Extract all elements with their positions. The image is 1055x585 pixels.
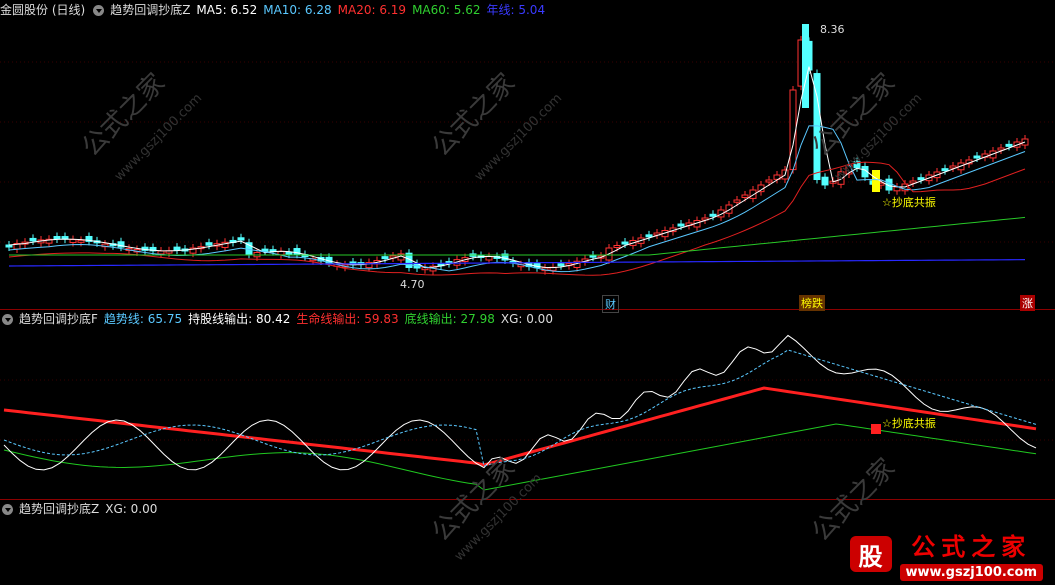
candle-body — [709, 213, 717, 217]
candle-body — [485, 256, 493, 261]
candle-body — [69, 239, 77, 244]
candle-body — [941, 168, 949, 172]
candle-body — [77, 239, 85, 243]
signal-label-mid: ☆抄底共振 — [882, 417, 936, 430]
signal-label-top: ☆抄底共振 — [882, 196, 936, 209]
candle-body — [741, 194, 749, 198]
candle-body-peak — [802, 24, 809, 108]
logo-url: www.gszj100.com — [899, 564, 1043, 581]
candle-body — [1005, 143, 1013, 147]
candle-body — [733, 199, 741, 203]
candle-body — [821, 176, 829, 186]
hold-line — [3, 334, 1037, 471]
candle-body — [917, 177, 925, 181]
candle-body — [173, 246, 181, 251]
candle-body-signal — [872, 170, 880, 192]
candle-body — [237, 237, 245, 241]
candle-body — [53, 236, 61, 240]
candle-body — [645, 234, 653, 238]
candle-body — [765, 179, 773, 183]
logo-text-group: 公式之家 www.gszj100.com — [899, 527, 1043, 581]
candle-body — [973, 155, 981, 159]
candle-body — [381, 256, 389, 260]
candle-body — [285, 251, 293, 255]
logo-seal: 股 — [849, 536, 892, 572]
candle-body — [205, 242, 213, 246]
event-marker-ranking[interactable]: 榜跌 — [799, 295, 825, 311]
candle-body — [29, 237, 37, 242]
logo-title: 公式之家 — [911, 533, 1032, 561]
event-marker-finance[interactable]: 财 — [602, 295, 619, 313]
candle-body — [677, 223, 685, 227]
candle-body — [157, 250, 165, 255]
event-marker-rise[interactable]: 涨 — [1020, 295, 1035, 311]
candle-body — [621, 241, 629, 245]
year-line — [8, 259, 1026, 267]
candle-body — [557, 263, 565, 267]
candle-body — [613, 245, 621, 248]
logo-seal-text: 股 — [858, 542, 883, 571]
candle-body — [789, 89, 797, 171]
low-price-label: 4.70 — [400, 278, 425, 291]
high-price-label: 8.36 — [820, 23, 845, 36]
site-logo: 股 公式之家 www.gszj100.com — [849, 527, 1043, 581]
candle-body — [261, 248, 269, 252]
